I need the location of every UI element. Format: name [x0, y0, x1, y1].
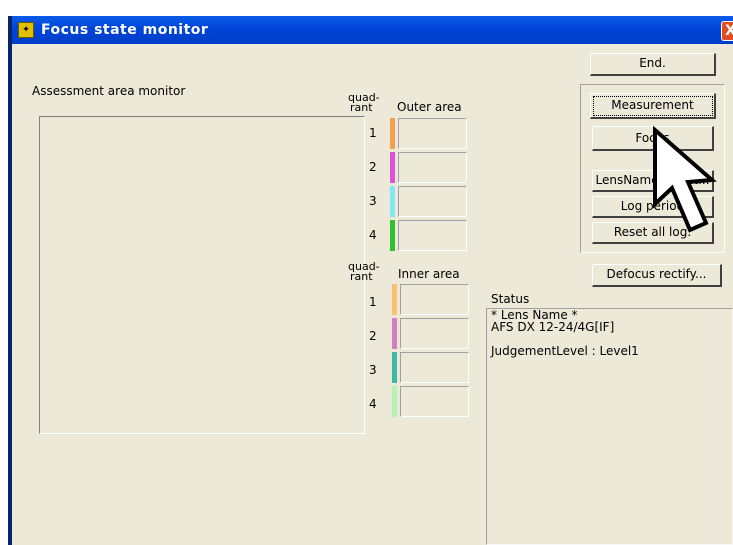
mouse-cursor-icon: [653, 126, 717, 233]
outer-quadrant-3-field: [398, 186, 467, 217]
status-line-4: JudgementLevel : Level1: [491, 344, 639, 358]
outer-quadrant-1-color: [390, 118, 395, 149]
assessment-area-monitor: [39, 116, 365, 434]
inner-quadrant-1-color: [392, 284, 397, 315]
title-bar[interactable]: ✦ Focus state monitor X: [12, 16, 733, 44]
outer-quadrant-1-number: 1: [369, 126, 377, 140]
window-title: Focus state monitor: [41, 22, 209, 38]
inner-quadrant-2-field: [400, 318, 469, 349]
outer-quadrant-3-number: 3: [369, 194, 377, 208]
outer-quadrant-2-number: 2: [369, 160, 377, 174]
outer-quadrant-label-2: rant: [350, 101, 373, 114]
inner-quadrant-3-number: 3: [369, 363, 377, 377]
app-icon: ✦: [18, 22, 34, 38]
inner-quadrant-1-field: [400, 284, 469, 315]
status-label: Status: [491, 292, 530, 306]
inner-area-label: Inner area: [398, 267, 460, 281]
assessment-area-label: Assessment area monitor: [32, 84, 186, 98]
outer-quadrant-3-color: [390, 186, 395, 217]
outer-quadrant-4-field: [398, 220, 467, 251]
status-line-2: AFS DX 12-24/4G[IF]: [491, 320, 615, 334]
inner-quadrant-3-color: [392, 352, 397, 383]
defocus-rectify-button[interactable]: Defocus rectify...: [592, 264, 722, 287]
outer-quadrant-4-color: [390, 220, 395, 251]
inner-quadrant-2-number: 2: [369, 329, 377, 343]
inner-quadrant-label-2: rant: [350, 270, 373, 283]
inner-quadrant-4-field: [400, 386, 469, 417]
measurement-button[interactable]: Measurement: [590, 93, 716, 119]
outer-quadrant-4-number: 4: [369, 228, 377, 242]
outer-quadrant-2-color: [390, 152, 395, 183]
inner-quadrant-2-color: [392, 318, 397, 349]
inner-quadrant-1-number: 1: [369, 295, 377, 309]
status-text-area[interactable]: * Lens Name * AFS DX 12-24/4G[IF] Judgem…: [486, 308, 733, 545]
inner-quadrant-4-color: [392, 386, 397, 417]
end-button[interactable]: End.: [590, 53, 716, 76]
inner-quadrant-3-field: [400, 352, 469, 383]
focus-state-monitor-window: ✦ Focus state monitor X Assessment area …: [8, 16, 733, 545]
outer-quadrant-2-field: [398, 152, 467, 183]
close-button[interactable]: X: [721, 21, 733, 41]
inner-quadrant-4-number: 4: [369, 397, 377, 411]
outer-area-label: Outer area: [397, 100, 462, 114]
outer-quadrant-1-field: [398, 118, 467, 149]
